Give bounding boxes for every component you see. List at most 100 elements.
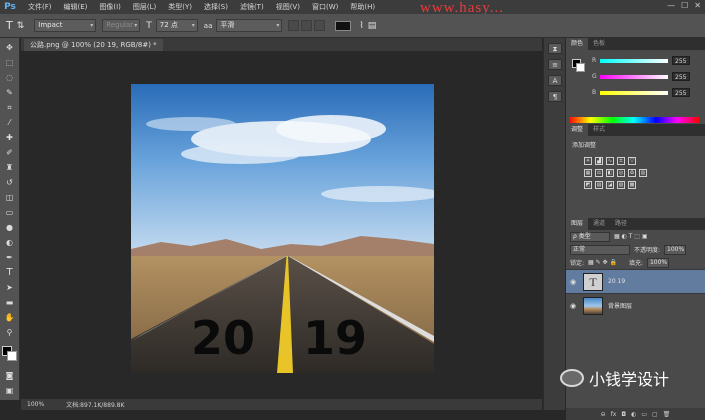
curves-icon[interactable]: ∿ [606,157,614,165]
menu-select[interactable]: 选择(S) [198,2,234,12]
menu-image[interactable]: 图像(I) [93,2,127,12]
channel-mixer-icon[interactable]: ♻ [628,169,636,177]
photo-filter-icon[interactable]: ◎ [617,169,625,177]
tab-styles[interactable]: 样式 [588,124,610,136]
history-brush-icon[interactable]: ↺ [3,177,17,189]
document-image[interactable]: 20 19 [131,84,434,373]
pen-tool-icon[interactable]: ✒ [3,252,17,264]
link-layers-icon[interactable]: ⊖ [601,411,606,418]
layer-style-icon[interactable]: fx [611,411,617,418]
layer-name[interactable]: 背景图层 [608,301,632,310]
type-tool-icon[interactable]: T [6,19,13,32]
slider-r-value[interactable]: 255 [672,56,690,65]
filter-icons[interactable]: ▦ ◐ T ⬚ ▣ [614,233,648,240]
zoom-tool-icon[interactable]: ⚲ [3,327,17,339]
align-right-button[interactable] [314,20,326,31]
panel-background-swatch[interactable] [576,63,585,72]
lock-icons[interactable]: ▦ ✎ ✥ 🔒 [588,259,617,266]
tab-color[interactable]: 颜色 [566,38,589,50]
slider-r[interactable]: R 255 [592,56,690,65]
color-balance-icon[interactable]: ⚖ [595,169,603,177]
adjustment-layer-icon[interactable]: ◐ [631,411,636,418]
blur-icon[interactable]: ● [3,222,17,234]
move-tool-icon[interactable]: ✥ [3,42,17,54]
character-panel-icon[interactable]: ▤ [368,21,377,31]
menu-help[interactable]: 帮助(H) [344,2,381,12]
hue-saturation-icon[interactable]: ▦ [584,169,592,177]
tab-layers[interactable]: 图层 [566,218,589,230]
color-lookup-icon[interactable]: ▥ [639,169,647,177]
color-spectrum[interactable] [569,117,699,123]
healing-brush-icon[interactable]: ✚ [3,132,17,144]
zoom-level[interactable]: 100% [27,401,44,408]
eyedropper-icon[interactable]: ⁄ [3,117,17,129]
brush-tool-icon[interactable]: ✐ [3,147,17,159]
canvas-area[interactable]: 20 19 [21,51,542,399]
history-panel-icon[interactable]: ⧗ [548,43,562,54]
add-mask-icon[interactable]: ◘ [621,411,626,418]
tab-paths[interactable]: 路径 [610,218,632,230]
character-panel-dock-icon[interactable]: A [548,75,562,86]
font-family-select[interactable]: Impact [34,19,97,32]
type-tool-box-icon[interactable]: T [3,267,17,279]
marquee-tool-icon[interactable]: ⬚ [3,57,17,69]
layer-background[interactable]: ◉ 背景图层 [566,293,705,317]
shape-tool-icon[interactable]: ▬ [3,297,17,309]
font-size-select[interactable]: 72 点 [155,19,198,32]
tab-channels[interactable]: 通道 [588,218,610,230]
close-icon[interactable]: ✕ [694,1,701,10]
fill-input[interactable]: 100% [646,257,669,268]
quick-mask-icon[interactable]: ◙ [3,370,17,382]
align-left-button[interactable] [288,20,300,31]
color-picker[interactable] [1,346,18,362]
slider-b[interactable]: B 255 [592,88,690,97]
menu-file[interactable]: 文件(F) [22,2,58,12]
layer-name[interactable]: 20 19 [608,278,625,285]
gradient-map-icon[interactable]: ▩ [628,181,636,189]
visibility-eye-icon[interactable]: ◉ [566,302,580,310]
opacity-input[interactable]: 100% [664,244,687,255]
selective-color-icon[interactable]: ▧ [617,181,625,189]
gradient-icon[interactable]: ▭ [3,207,17,219]
quick-select-icon[interactable]: ✎ [3,87,17,99]
invert-icon[interactable]: ◩ [584,181,592,189]
levels-icon[interactable]: ▟ [595,157,603,165]
font-style-select[interactable]: Regular [102,19,141,32]
path-select-icon[interactable]: ➤ [3,282,17,294]
eraser-icon[interactable]: ◫ [3,192,17,204]
screen-mode-icon[interactable]: ▣ [3,385,17,397]
exposure-icon[interactable]: ± [617,157,625,165]
delete-layer-icon[interactable]: 🗑 [663,411,671,418]
vibrance-icon[interactable]: ▽ [628,157,636,165]
orientation-toggle-icon[interactable]: ⇅ [17,21,25,31]
document-size[interactable]: 文档:897.1K/889.8K [66,400,124,409]
new-layer-icon[interactable]: ▢ [652,411,658,418]
blend-mode-select[interactable]: 正常 [570,244,630,255]
tab-swatches[interactable]: 色板 [588,38,610,50]
background-color[interactable] [6,351,17,361]
menu-view[interactable]: 视图(V) [270,2,306,12]
maximize-icon[interactable]: ☐ [681,1,688,10]
menu-edit[interactable]: 编辑(E) [58,2,94,12]
text-color-swatch[interactable] [335,20,352,31]
align-center-button[interactable] [301,20,313,31]
black-white-icon[interactable]: ◧ [606,169,614,177]
menu-window[interactable]: 窗口(W) [306,2,344,12]
lasso-tool-icon[interactable]: ◌ [3,72,17,84]
menu-type[interactable]: 类型(Y) [162,2,198,12]
warp-text-icon[interactable]: ⌇ [359,21,363,31]
brightness-icon[interactable]: ☀ [584,157,592,165]
group-icon[interactable]: ▭ [641,411,647,418]
tab-adjustments[interactable]: 调整 [566,124,589,136]
menu-layer[interactable]: 图层(L) [127,2,162,12]
clone-stamp-icon[interactable]: ♜ [3,162,17,174]
crop-tool-icon[interactable]: ⌗ [3,102,17,114]
layer-kind-select[interactable]: ρ 类型 [570,231,610,242]
menu-filter[interactable]: 滤镜(T) [234,2,270,12]
slider-b-value[interactable]: 255 [672,88,690,97]
anti-alias-select[interactable]: 平滑 [216,19,283,32]
dodge-icon[interactable]: ◐ [3,237,17,249]
document-tab[interactable]: 公路.png @ 100% (20 19, RGB/8#) * [24,39,163,51]
posterize-icon[interactable]: ▨ [595,181,603,189]
threshold-icon[interactable]: ◪ [606,181,614,189]
